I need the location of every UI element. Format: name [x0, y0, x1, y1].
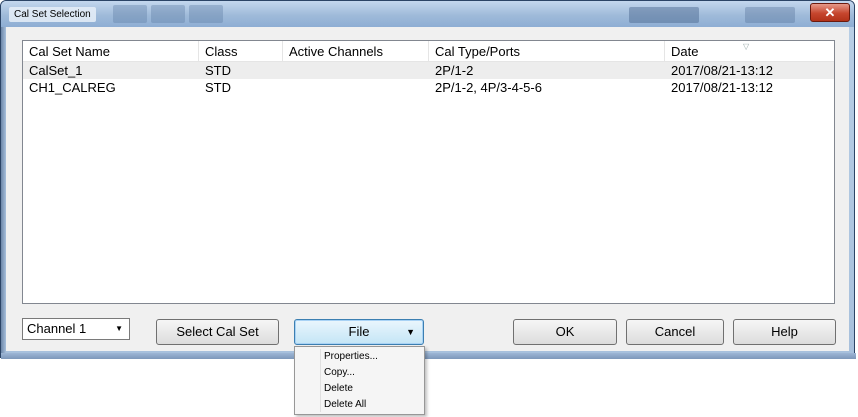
- column-header-cal-set-name[interactable]: Cal Set Name: [23, 41, 199, 61]
- title-bar-toolbar-blur: [113, 5, 223, 23]
- window-bottom-border: [1, 353, 856, 359]
- close-button[interactable]: ✕: [810, 3, 850, 22]
- column-header-active-channels[interactable]: Active Channels: [283, 41, 429, 61]
- table-row[interactable]: CH1_CALREG STD 2P/1-2, 4P/3-4-5-6 2017/0…: [23, 79, 834, 96]
- menu-item-copy[interactable]: Copy...: [295, 365, 424, 381]
- select-cal-set-label: Select Cal Set: [176, 324, 259, 339]
- help-button[interactable]: Help: [733, 319, 836, 345]
- cell-cal-type-ports: 2P/1-2, 4P/3-4-5-6: [435, 80, 542, 95]
- menu-item-delete[interactable]: Delete: [295, 381, 424, 397]
- title-bar[interactable]: Cal Set Selection ✕: [1, 1, 854, 27]
- window-title: Cal Set Selection: [9, 7, 96, 22]
- cancel-button[interactable]: Cancel: [626, 319, 724, 345]
- cell-cal-set-name: CalSet_1: [29, 63, 83, 78]
- file-dropdown-menu: Properties... Copy... Delete Delete All: [294, 346, 425, 415]
- list-header: Cal Set Name Class Active Channels Cal T…: [23, 41, 834, 62]
- cell-date: 2017/08/21-13:12: [671, 63, 773, 78]
- menu-item-delete-all[interactable]: Delete All: [295, 397, 424, 413]
- table-row[interactable]: CalSet_1 STD 2P/1-2 2017/08/21-13:12: [23, 62, 834, 79]
- cell-class: STD: [205, 80, 231, 95]
- close-icon: ✕: [824, 5, 836, 20]
- cell-cal-set-name: CH1_CALREG: [29, 80, 116, 95]
- column-header-class[interactable]: Class: [199, 41, 283, 61]
- ok-button[interactable]: OK: [513, 319, 617, 345]
- cell-active-channels: [283, 79, 429, 96]
- cancel-label: Cancel: [654, 324, 696, 339]
- cell-date: 2017/08/21-13:12: [671, 80, 773, 95]
- title-bar-blur-region-2: [745, 7, 795, 23]
- cell-class: STD: [205, 63, 231, 78]
- file-menu-button[interactable]: File ▼: [294, 319, 424, 345]
- sort-indicator-icon: ▽: [743, 42, 750, 51]
- chevron-down-icon: ▼: [406, 327, 415, 337]
- column-header-date[interactable]: Date: [665, 41, 836, 61]
- cell-active-channels: [283, 62, 429, 79]
- cell-cal-type-ports: 2P/1-2: [435, 63, 474, 78]
- file-label: File: [348, 324, 370, 339]
- channel-select-value: Channel 1: [27, 321, 87, 336]
- title-bar-blur-region: [629, 7, 699, 23]
- help-label: Help: [771, 324, 798, 339]
- select-cal-set-button[interactable]: Select Cal Set: [156, 319, 279, 345]
- channel-select[interactable]: Channel 1 ▼: [22, 318, 130, 340]
- ok-label: OK: [555, 324, 575, 339]
- column-header-cal-type-ports[interactable]: Cal Type/Ports: [429, 41, 665, 61]
- menu-item-properties[interactable]: Properties...: [295, 349, 424, 365]
- chevron-down-icon[interactable]: ▼: [115, 319, 123, 339]
- cal-set-list[interactable]: Cal Set Name Class Active Channels Cal T…: [22, 40, 835, 304]
